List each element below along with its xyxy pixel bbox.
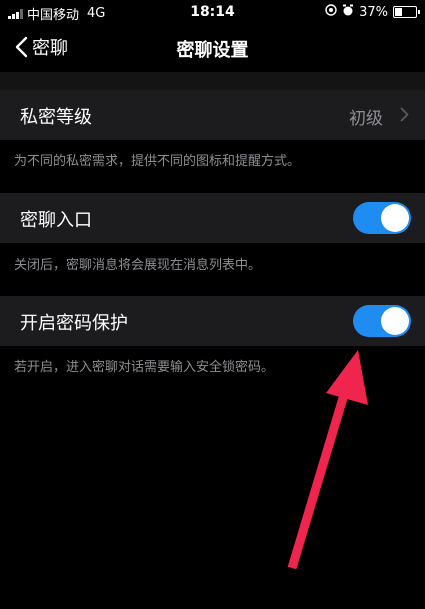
annotation-arrow: [287, 350, 368, 570]
